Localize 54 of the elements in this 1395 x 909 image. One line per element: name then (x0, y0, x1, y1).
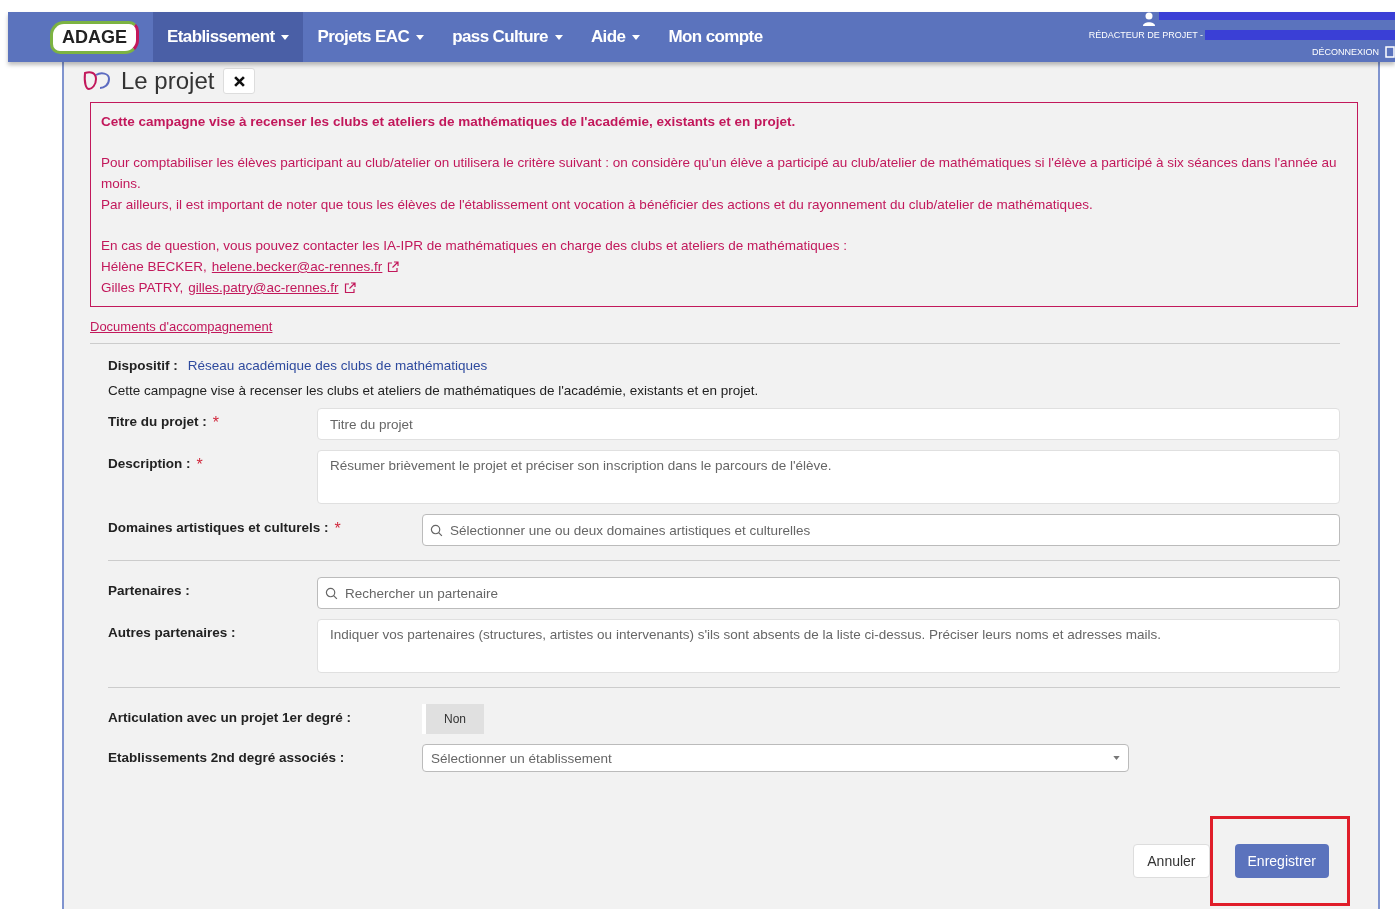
close-icon (233, 75, 245, 87)
user-icon (1143, 12, 1155, 26)
notice-paragraph: Pour comptabiliser les élèves participant au club/atelier on utilisera le critère suivant : on considère qu'un élève a participé au club/atelier de mathématiques si l'élève a participé à six séances dans l'année au moins. (101, 154, 1338, 193)
field-label: Domaines artistiques et culturels : (108, 520, 329, 537)
close-button[interactable] (223, 68, 256, 94)
contact-name: Hélène BECKER, (101, 258, 207, 276)
field-label: Partenaires : (108, 583, 190, 598)
cancel-button[interactable]: Annuler (1133, 844, 1210, 878)
external-link-icon (343, 281, 356, 294)
nav-menu-item[interactable]: Mon compte (654, 12, 777, 62)
email-link[interactable]: gilles.patry@ac-rennes.fr (188, 277, 339, 298)
notice-paragraph: En cas de question, vous pouvez contacter les IA-IPR de mathématiques en charge des clubs et ateliers de mathématiques : (101, 237, 848, 255)
toggle-switch[interactable]: Non (422, 704, 484, 734)
masks-icon (82, 70, 112, 92)
select-field[interactable]: Sélectionner un établissement (422, 744, 1129, 772)
text-area[interactable]: Indiquer vos partenaires (structures, artistes ou intervenants) s'ils sont absents de la liste ci-dessus. Préciser leurs noms et adresses mails. (317, 619, 1340, 673)
nav-menu-item[interactable]: Projets EAC (303, 12, 439, 62)
field-label: Articulation avec un projet 1er degré : (108, 710, 352, 725)
logout-icon (1385, 46, 1395, 58)
required-asterisk: * (334, 520, 341, 538)
contact-name: Gilles PATRY, (101, 279, 184, 297)
panel-title: Le projet (121, 67, 215, 95)
documents-link[interactable]: Documents d'accompagnement (90, 319, 273, 334)
save-button[interactable]: Enregistrer (1234, 844, 1329, 878)
caret-icon (554, 34, 563, 40)
search-field[interactable]: Sélectionner une ou deux domaines artistiques et culturelles (422, 514, 1340, 546)
external-link-icon (387, 260, 400, 273)
caret-icon (1113, 756, 1120, 760)
text-area[interactable]: Résumer brièvement le projet et préciser son inscription dans le parcours de l'élève. (317, 450, 1340, 504)
form-intro: Cette campagne vise à recenser les clubs et ateliers de mathématiques de l'académie, existants et en projet. (108, 383, 760, 398)
notice-paragraph: Par ailleurs, il est important de noter que tous les élèves de l'établissement ont vocation à bénéficier des actions et du rayonnement du club/atelier de mathématiques. (101, 196, 1094, 214)
field-label: Etablissements 2nd degré associés : (108, 750, 345, 765)
nav-menu-item[interactable]: pass Culture (438, 12, 577, 62)
input-field[interactable]: Titre du projet (317, 408, 1340, 440)
required-asterisk: * (212, 414, 219, 432)
caret-icon (416, 34, 425, 40)
caret-icon (632, 34, 641, 40)
search-field[interactable]: Rechercher un partenaire (317, 577, 1340, 609)
logout-link[interactable]: DÉCONNEXION (1312, 47, 1379, 57)
field-label: Description : (108, 456, 191, 473)
user-role: RÉDACTEUR DE PROJET - (1088, 30, 1203, 40)
nav-menu-item[interactable]: Aide (576, 12, 655, 62)
logo[interactable]: ADAGE (50, 20, 139, 54)
required-asterisk: * (196, 456, 203, 474)
search-icon (325, 587, 338, 600)
field-label: Autres partenaires : (108, 625, 236, 640)
notice-heading: Cette campagne vise à recenser les clubs et ateliers de mathématiques de l'académie, existants et en projet. (101, 113, 797, 131)
email-link[interactable]: helene.becker@ac-rennes.fr (211, 256, 383, 277)
field-label: Titre du projet : (108, 414, 207, 431)
dispositif-value: Réseau académique des clubs de mathématiques (187, 358, 488, 373)
field-label: Dispositif : (108, 358, 178, 373)
search-icon (430, 524, 443, 537)
nav-menu-item[interactable]: Etablissement (153, 12, 304, 62)
caret-icon (281, 34, 290, 40)
